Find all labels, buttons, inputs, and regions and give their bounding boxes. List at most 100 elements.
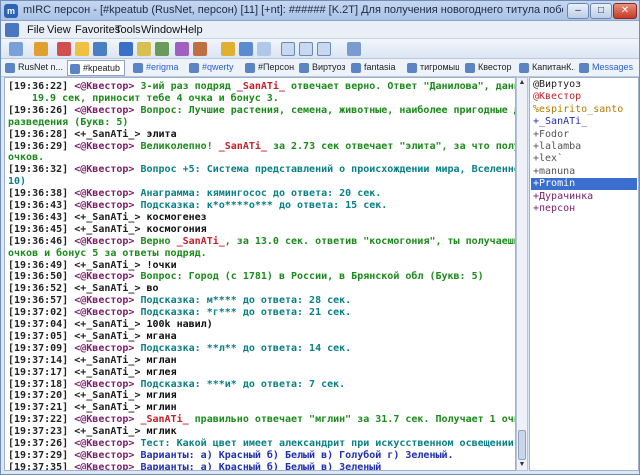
timestamp: [19:37:35] — [8, 461, 75, 471]
message-text: Вопрос: Лучшие растения, семена, животны… — [140, 104, 516, 116]
timestamp: [19:36:43] — [8, 211, 75, 223]
dcc-send-icon[interactable] — [221, 42, 235, 56]
switch-tab-qwerty[interactable]: #qwerty — [187, 60, 241, 76]
timestamp: [19:37:21] — [8, 402, 75, 414]
menu-help[interactable]: Help — [180, 23, 203, 37]
help-icon[interactable] — [347, 42, 361, 56]
nickname: <@Квестор> — [74, 461, 141, 471]
message-text: Подсказка: к*о****о*** до ответа: 15 сек… — [140, 200, 388, 211]
timestamp: [19:37:02] — [8, 307, 75, 319]
switch-tab-tigromysh[interactable]: тигромыш — [405, 60, 459, 76]
query-icon — [351, 63, 361, 73]
dcc-chat-icon[interactable] — [239, 42, 253, 56]
nick-list-item[interactable]: +manuna — [531, 166, 637, 178]
log-icon[interactable] — [257, 42, 271, 56]
nickname: <@Квестор> — [74, 188, 141, 200]
mdi-window-icon[interactable] — [5, 23, 19, 37]
scroll-up-icon[interactable]: ▲ — [517, 78, 527, 88]
nickname: <@Квестор> — [74, 307, 141, 319]
timestamp: [19:37:18] — [8, 378, 75, 390]
nick-list-item[interactable]: +_SanATi_ — [531, 116, 637, 128]
nickname: <+_SanATi_> — [74, 259, 147, 271]
switch-tab-messages[interactable]: Messages — [577, 60, 637, 76]
chat-line: [19:37:35] <@Квестор> Варианты: а) Красн… — [8, 461, 381, 471]
message-text: очков и бонус 5 за ответы подряд. — [8, 247, 207, 259]
channel-icon — [70, 64, 80, 74]
minimize-button[interactable]: – — [567, 3, 589, 19]
menu-view[interactable]: View — [47, 23, 71, 37]
query-icon — [465, 63, 475, 73]
switch-tab-kvestor[interactable]: Квестор — [463, 60, 513, 76]
chat-scrollbar[interactable]: ▲ ▼ — [516, 77, 528, 471]
nick-list-item[interactable]: +lex` — [531, 153, 637, 165]
message-text: Подсказка: м**** до ответа: 28 сек. — [140, 295, 352, 307]
notify-icon[interactable] — [137, 42, 151, 56]
switch-tab-erigma[interactable]: #erigma — [131, 60, 185, 76]
timestamp: [19:36:45] — [8, 223, 75, 235]
scripts-icon[interactable] — [155, 42, 169, 56]
nickname: <@Квестор> — [74, 200, 141, 211]
nickname: <+_SanATi_> — [74, 319, 147, 330]
mirc-window: m mIRC персон - [#kpeatub (RusNet, персо… — [0, 0, 640, 475]
timestamp: [19:37:04] — [8, 319, 75, 330]
address-book-icon[interactable] — [75, 42, 89, 56]
scroll-down-icon[interactable]: ▼ — [517, 460, 527, 470]
tile-horizontal-icon[interactable] — [299, 42, 313, 56]
switch-tab-kapitank[interactable]: КапитанК... — [517, 60, 575, 76]
message-text: Варианты: а) Красный б) Белый в) Голубой… — [140, 449, 454, 461]
nickname: <@Квестор> — [74, 164, 141, 176]
title-bar[interactable]: m mIRC персон - [#kpeatub (RusNet, персо… — [1, 1, 639, 21]
timestamp: [19:36:29] — [8, 140, 75, 152]
message-text: _SanATi_ — [236, 81, 285, 92]
close-button[interactable]: ✕ — [613, 3, 637, 19]
message-text: разведения (Букв: 5) — [8, 116, 129, 128]
scroll-thumb[interactable] — [518, 430, 526, 460]
message-text: Анаграмма: кямингосос до ответа: 20 сек. — [140, 188, 382, 200]
connect-icon[interactable] — [9, 42, 23, 56]
switch-tab-fantasia[interactable]: fantasia — [349, 60, 397, 76]
users-icon[interactable] — [119, 42, 133, 56]
mirc-logo-icon: m — [4, 4, 18, 18]
nick-list-item[interactable]: @Виртуоз — [531, 79, 637, 91]
aliases-icon[interactable] — [175, 42, 189, 56]
favorites-icon[interactable] — [57, 42, 71, 56]
nick-list-item[interactable]: +Дурачинка — [531, 191, 637, 203]
nickname: <@Квестор> — [74, 235, 141, 247]
nick-list-item[interactable]: +Promin — [531, 178, 637, 191]
message-text: элита — [146, 128, 177, 140]
chat-log[interactable]: [19:36:22] <@Квестор> 3-ий раз подряд _S… — [4, 77, 516, 471]
message-text: мглея — [146, 366, 177, 378]
switch-tab-kpeatub[interactable]: #kpeatub — [67, 60, 125, 76]
nick-list-item[interactable]: +Fodor — [531, 129, 637, 141]
nick-list-item[interactable]: %espirito_santo — [531, 104, 637, 116]
maximize-button[interactable]: □ — [590, 3, 612, 19]
message-text: Вопрос: Город (с 1781) в России, в Брянс… — [140, 271, 484, 283]
menu-window[interactable]: Window — [141, 23, 180, 37]
message-text: 19.9 сек, приносит тебе 4 очка и бонус 3… — [32, 92, 279, 104]
nick-list-item[interactable]: +lalamba — [531, 141, 637, 153]
timestamp: [19:37:09] — [8, 342, 75, 354]
message-text: 10) — [8, 176, 27, 188]
remote-icon[interactable] — [193, 42, 207, 56]
timestamp: [19:37:05] — [8, 330, 75, 342]
timestamp: [19:36:57] — [8, 295, 75, 307]
switch-tab-rusnet[interactable]: RusNet n... — [3, 60, 65, 76]
switch-tab-virtuoz[interactable]: Виртуоз — [297, 60, 345, 76]
channel-list-icon[interactable] — [93, 42, 107, 56]
nick-list-item[interactable]: +персон — [531, 203, 637, 215]
message-text: _SanATi_ — [218, 140, 267, 152]
message-text: мглин — [146, 402, 177, 414]
nick-list-item[interactable]: @Квестор — [531, 91, 637, 103]
menu-tools[interactable]: Tools — [115, 23, 141, 37]
message-text: космогенез — [146, 211, 207, 223]
query-icon — [407, 63, 417, 73]
menu-favorites[interactable]: Favorites — [75, 23, 120, 37]
options-icon[interactable] — [34, 42, 48, 56]
timestamp: [19:37:26] — [8, 438, 75, 449]
tile-vertical-icon[interactable] — [317, 42, 331, 56]
cascade-icon[interactable] — [281, 42, 295, 56]
nickname: <+_SanATi_> — [74, 366, 147, 378]
menu-file[interactable]: File — [27, 23, 45, 37]
timestamp: [19:36:26] — [8, 104, 75, 116]
switch-tab-person-channel[interactable]: #Персон... — [243, 60, 295, 76]
